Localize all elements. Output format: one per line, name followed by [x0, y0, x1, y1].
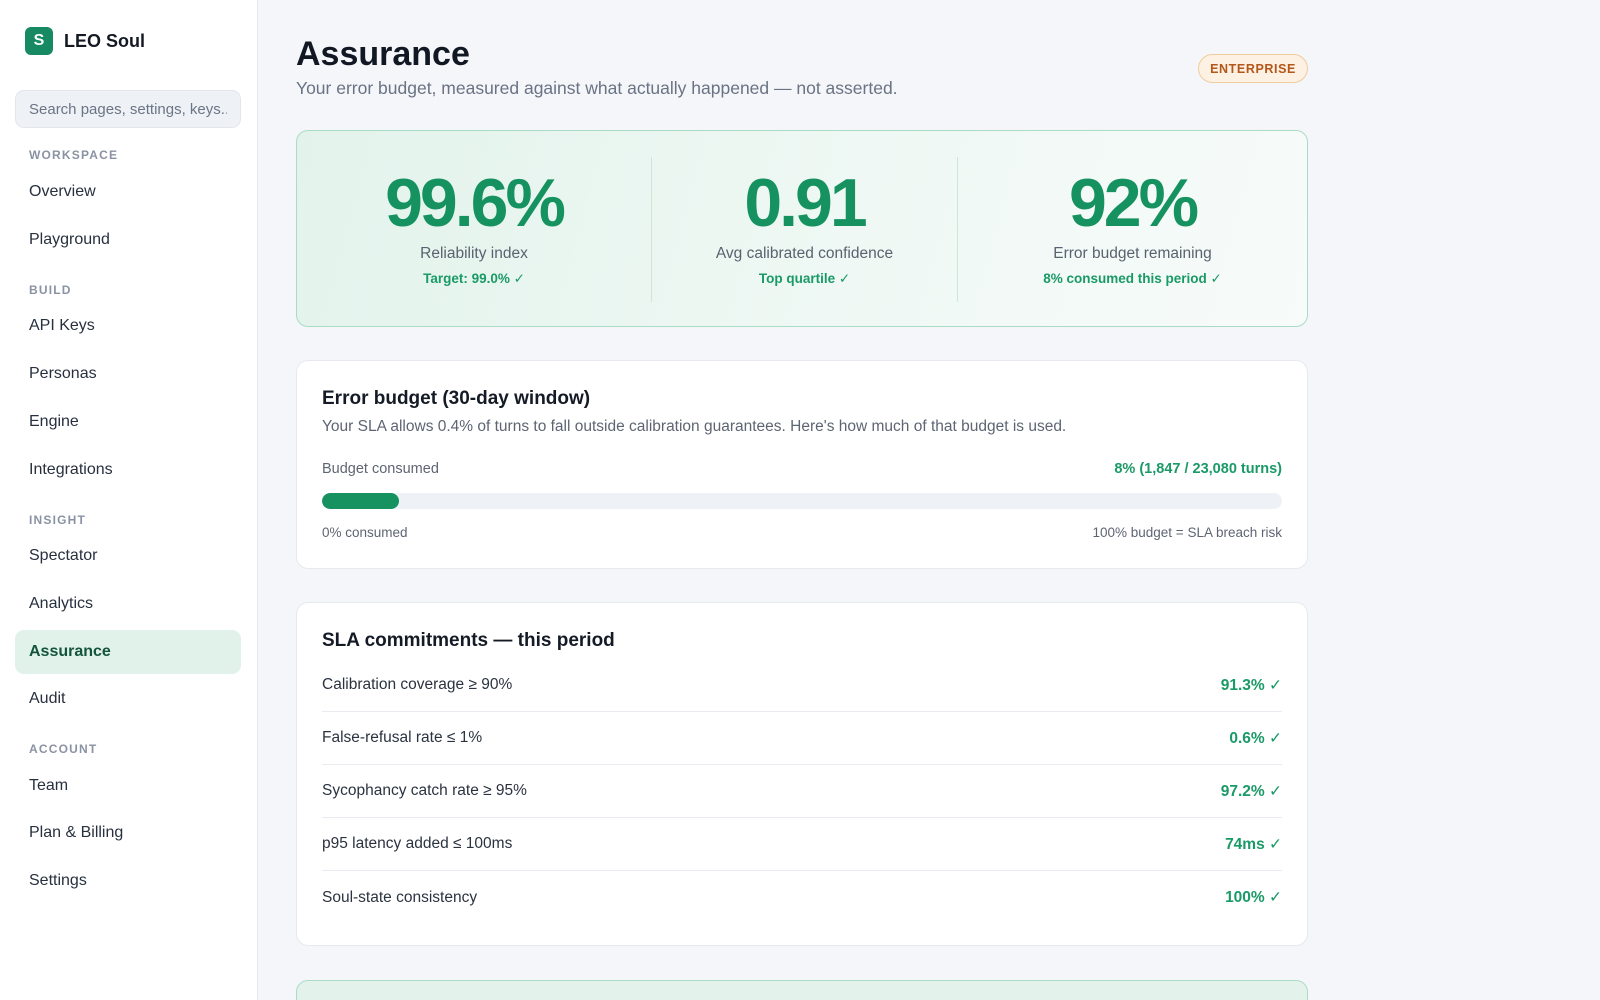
metric-value: 92%: [1068, 165, 1199, 241]
sidebar-item-assurance[interactable]: Assurance: [15, 630, 241, 674]
sla-row: Sycophancy catch rate ≥ 95% 97.2% ✓: [322, 765, 1282, 818]
sidebar-item-label: Integrations: [29, 461, 113, 478]
metric-label: Reliability index: [420, 245, 528, 262]
budget-bar-value: 8% (1,847 / 23,080 turns): [1114, 461, 1282, 477]
sla-value: 91.3% ✓: [1220, 676, 1282, 694]
metric-label: Avg calibrated confidence: [715, 245, 894, 262]
budget-progress-bar: [322, 493, 1282, 509]
search-input[interactable]: [15, 90, 241, 128]
sidebar-item-label: Overview: [29, 183, 96, 200]
sla-card: SLA commitments — this period Calibratio…: [296, 602, 1308, 946]
sidebar-item-label: Team: [29, 777, 69, 794]
sidebar-item-analytics[interactable]: Analytics: [15, 582, 241, 626]
budget-max-label: 100% budget = SLA breach risk: [1092, 525, 1282, 540]
sidebar-item-engine[interactable]: Engine: [15, 400, 241, 444]
sidebar-item-label: Personas: [29, 365, 97, 382]
sla-value: 100% ✓: [1225, 889, 1282, 906]
metric-confidence: 0.91 Avg calibrated confidence Top quart…: [652, 131, 957, 326]
sidebar-item-label: Plan & Billing: [29, 824, 124, 841]
brand[interactable]: S LEO Soul: [25, 27, 145, 55]
sla-value: 97.2% ✓: [1220, 782, 1282, 800]
sla-value: 0.6% ✓: [1229, 729, 1282, 747]
page-title: Assurance: [296, 35, 470, 73]
sidebar-item-integrations[interactable]: Integrations: [15, 448, 241, 492]
nav-section-insight: INSIGHT: [29, 513, 87, 527]
sidebar-item-label: Assurance: [29, 643, 111, 660]
sla-title: SLA commitments — this period: [322, 630, 615, 651]
budget-bar-label: Budget consumed: [322, 461, 439, 477]
sidebar-item-team[interactable]: Team: [15, 764, 241, 808]
budget-min-label: 0% consumed: [322, 525, 408, 540]
sidebar-item-playground[interactable]: Playground: [15, 218, 241, 262]
sidebar-item-label: Settings: [29, 872, 87, 889]
sidebar-item-label: Analytics: [29, 595, 94, 612]
sla-value: 74ms ✓: [1225, 835, 1282, 853]
error-budget-title: Error budget (30-day window): [322, 388, 591, 409]
metric-value: 99.6%: [385, 165, 566, 241]
error-budget-card: Error budget (30-day window) Your SLA al…: [296, 360, 1308, 569]
sla-name: Calibration coverage ≥ 90%: [322, 676, 513, 693]
sidebar-item-label: Spectator: [29, 547, 98, 564]
sidebar: S LEO Soul WORKSPACE Overview Playground…: [0, 0, 258, 1000]
budget-progress-fill: [322, 493, 399, 509]
next-card: [296, 980, 1308, 1000]
sidebar-item-settings[interactable]: Settings: [15, 859, 241, 903]
metric-value: 0.91: [744, 165, 867, 241]
sla-row: Calibration coverage ≥ 90% 91.3% ✓: [322, 659, 1282, 712]
metrics-card: 99.6% Reliability index Target: 99.0% ✓ …: [296, 130, 1308, 327]
sla-row: Soul-state consistency 100% ✓: [322, 871, 1282, 924]
sidebar-item-plan-billing[interactable]: Plan & Billing: [15, 811, 241, 855]
sidebar-item-api-keys[interactable]: API Keys: [15, 304, 241, 348]
app-name: LEO Soul: [64, 30, 145, 51]
sidebar-item-personas[interactable]: Personas: [15, 352, 241, 396]
error-budget-description: Your SLA allows 0.4% of turns to fall ou…: [322, 418, 1067, 435]
metric-note: Target: 99.0% ✓: [423, 271, 525, 286]
metric-note: Top quartile ✓: [758, 271, 851, 286]
metric-reliability: 99.6% Reliability index Target: 99.0% ✓: [297, 131, 651, 326]
sla-name: Sycophancy catch rate ≥ 95%: [322, 782, 527, 799]
metric-note: 8% consumed this period ✓: [1043, 271, 1222, 286]
sla-name: p95 latency added ≤ 100ms: [322, 835, 513, 852]
nav-section-build: BUILD: [29, 283, 72, 297]
metric-error-budget: 92% Error budget remaining 8% consumed t…: [958, 131, 1307, 326]
plan-badge: ENTERPRISE: [1198, 54, 1308, 83]
sla-name: False-refusal rate ≤ 1%: [322, 729, 483, 746]
sidebar-item-label: Audit: [29, 690, 66, 707]
sla-row: False-refusal rate ≤ 1% 0.6% ✓: [322, 712, 1282, 765]
nav-section-account: ACCOUNT: [29, 742, 98, 756]
sidebar-item-audit[interactable]: Audit: [15, 677, 241, 721]
page-subtitle: Your error budget, measured against what…: [296, 78, 898, 98]
sidebar-item-label: Engine: [29, 413, 79, 430]
app-logo-icon: S: [25, 27, 53, 55]
metric-label: Error budget remaining: [1053, 245, 1212, 262]
sidebar-item-label: API Keys: [29, 317, 95, 334]
sidebar-item-spectator[interactable]: Spectator: [15, 534, 241, 578]
sidebar-item-label: Playground: [29, 231, 110, 248]
sidebar-item-overview[interactable]: Overview: [15, 170, 241, 214]
sla-row: p95 latency added ≤ 100ms 74ms ✓: [322, 818, 1282, 871]
sla-name: Soul-state consistency: [322, 888, 478, 906]
nav-section-workspace: WORKSPACE: [29, 148, 119, 162]
